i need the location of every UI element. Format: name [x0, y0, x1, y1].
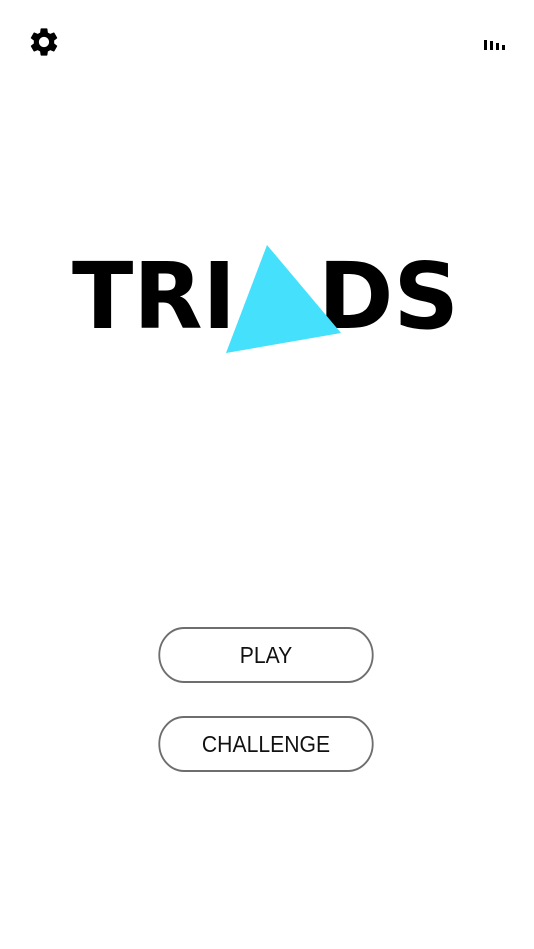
svg-text:TRI: TRI — [72, 243, 236, 350]
play-button[interactable]: PLAY — [158, 627, 374, 683]
leaderboard-button[interactable] — [480, 36, 508, 54]
settings-button[interactable] — [27, 25, 61, 59]
gear-icon — [30, 28, 58, 56]
challenge-button[interactable]: CHALLENGE — [158, 716, 374, 772]
svg-text:DS: DS — [318, 243, 459, 350]
triads-logo: TRI DS — [60, 235, 470, 365]
bar-chart-icon — [484, 40, 505, 50]
